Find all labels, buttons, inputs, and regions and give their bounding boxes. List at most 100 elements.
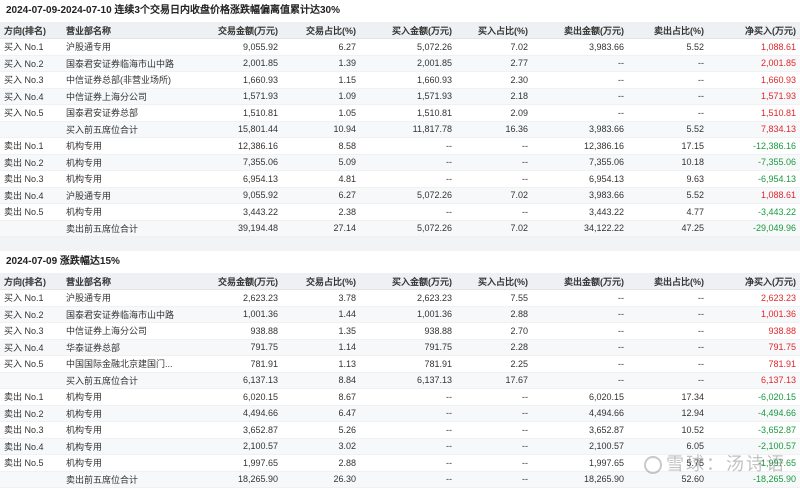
summary-row: 卖出前五席位合计39,194.4827.145,072.267.0234,122… bbox=[0, 220, 800, 237]
cell-branch-name[interactable]: 机构专用 bbox=[62, 455, 202, 472]
column-header-trade-amount[interactable]: 交易金额(万元) bbox=[202, 273, 282, 290]
cell-branch-name[interactable]: 华泰证券总部 bbox=[62, 339, 202, 356]
column-header-sell-pct[interactable]: 卖出占比(%) bbox=[628, 273, 708, 290]
cell-branch-name[interactable]: 机构专用 bbox=[62, 138, 202, 155]
cell-trade-amount: 7,355.06 bbox=[202, 154, 282, 171]
cell-net-buy: -3,443.22 bbox=[708, 204, 800, 221]
cell-branch-name[interactable]: 中信证券上海分公司 bbox=[62, 88, 202, 105]
cell-buy-amount: 781.91 bbox=[360, 356, 456, 373]
cell-buy-pct: -- bbox=[456, 455, 532, 472]
column-header-buy-amount[interactable]: 买入金额(万元) bbox=[360, 22, 456, 39]
table-row: 卖出 No.1机构专用6,020.158.67----6,020.1517.34… bbox=[0, 389, 800, 406]
cell-trade-pct: 5.09 bbox=[282, 154, 360, 171]
cell-trade-amount: 9,055.92 bbox=[202, 39, 282, 56]
cell-net-buy: -12,386.16 bbox=[708, 138, 800, 155]
cell-net-buy: 1,510.81 bbox=[708, 105, 800, 122]
column-header-buy-pct[interactable]: 买入占比(%) bbox=[456, 273, 532, 290]
cell-sell-pct: 17.34 bbox=[628, 389, 708, 406]
cell-sell-pct: -- bbox=[628, 290, 708, 307]
cell-trade-amount: 3,652.87 bbox=[202, 422, 282, 439]
cell-direction: 买入 No.1 bbox=[0, 39, 62, 56]
table-row: 卖出 No.3机构专用6,954.134.81----6,954.139.63-… bbox=[0, 171, 800, 188]
lhb-section: 2024-07-09-2024-07-10 连续3个交易日内收盘价格涨跌幅偏离值… bbox=[0, 0, 800, 237]
table-row: 卖出 No.5机构专用1,997.652.88----1,997.655.75-… bbox=[0, 455, 800, 472]
table-row: 卖出 No.5机构专用3,443.222.38----3,443.224.77-… bbox=[0, 204, 800, 221]
cell-sell-pct: 47.25 bbox=[628, 220, 708, 237]
cell-trade-pct: 2.88 bbox=[282, 455, 360, 472]
cell-direction bbox=[0, 372, 62, 389]
cell-trade-amount: 6,954.13 bbox=[202, 171, 282, 188]
cell-branch-name[interactable]: 沪股通专用 bbox=[62, 39, 202, 56]
cell-branch-name[interactable]: 机构专用 bbox=[62, 422, 202, 439]
cell-buy-amount: -- bbox=[360, 438, 456, 455]
column-header-trade-pct[interactable]: 交易占比(%) bbox=[282, 273, 360, 290]
column-header-branch-name[interactable]: 营业部名称 bbox=[62, 22, 202, 39]
cell-branch-name[interactable]: 国泰君安证券临海市山中路 bbox=[62, 306, 202, 323]
cell-branch-name[interactable]: 沪股通专用 bbox=[62, 187, 202, 204]
column-header-trade-pct[interactable]: 交易占比(%) bbox=[282, 22, 360, 39]
cell-branch-name[interactable]: 机构专用 bbox=[62, 171, 202, 188]
cell-trade-amount: 1,571.93 bbox=[202, 88, 282, 105]
table-row: 买入 No.3中信证券总部(非营业场所)1,660.931.151,660.93… bbox=[0, 72, 800, 89]
cell-buy-amount: 938.88 bbox=[360, 323, 456, 340]
cell-sell-amount: 3,983.66 bbox=[532, 39, 628, 56]
cell-branch-name[interactable]: 机构专用 bbox=[62, 405, 202, 422]
cell-direction: 买入 No.4 bbox=[0, 88, 62, 105]
cell-net-buy: -6,954.13 bbox=[708, 171, 800, 188]
cell-net-buy: 2,001.85 bbox=[708, 55, 800, 72]
cell-branch-name[interactable]: 机构专用 bbox=[62, 154, 202, 171]
cell-net-buy: 2,623.23 bbox=[708, 290, 800, 307]
cell-branch-name[interactable]: 中信证券总部(非营业场所) bbox=[62, 72, 202, 89]
cell-buy-pct: 2.28 bbox=[456, 339, 532, 356]
cell-direction: 卖出 No.2 bbox=[0, 154, 62, 171]
cell-trade-pct: 1.15 bbox=[282, 72, 360, 89]
cell-branch-name[interactable]: 沪股通专用 bbox=[62, 290, 202, 307]
cell-trade-pct: 6.27 bbox=[282, 187, 360, 204]
cell-trade-amount: 6,137.13 bbox=[202, 372, 282, 389]
cell-sell-amount: 6,954.13 bbox=[532, 171, 628, 188]
cell-branch-name[interactable]: 机构专用 bbox=[62, 389, 202, 406]
cell-direction: 卖出 No.1 bbox=[0, 138, 62, 155]
column-header-branch-name[interactable]: 营业部名称 bbox=[62, 273, 202, 290]
cell-trade-pct: 8.67 bbox=[282, 389, 360, 406]
cell-trade-amount: 15,801.44 bbox=[202, 121, 282, 138]
cell-direction: 卖出 No.5 bbox=[0, 204, 62, 221]
cell-sell-pct: -- bbox=[628, 88, 708, 105]
cell-trade-pct: 5.26 bbox=[282, 422, 360, 439]
cell-branch-name[interactable]: 机构专用 bbox=[62, 204, 202, 221]
cell-branch-name: 卖出前五席位合计 bbox=[62, 220, 202, 237]
table-row: 卖出 No.2机构专用4,494.666.47----4,494.6612.94… bbox=[0, 405, 800, 422]
table-row: 买入 No.1沪股通专用2,623.233.782,623.237.55----… bbox=[0, 290, 800, 307]
cell-branch-name[interactable]: 中国国际金融北京建国门... bbox=[62, 356, 202, 373]
cell-net-buy: -18,265.90 bbox=[708, 471, 800, 488]
column-header-direction[interactable]: 方向(排名) bbox=[0, 22, 62, 39]
cell-trade-pct: 3.78 bbox=[282, 290, 360, 307]
column-header-trade-amount[interactable]: 交易金额(万元) bbox=[202, 22, 282, 39]
column-header-sell-pct[interactable]: 卖出占比(%) bbox=[628, 22, 708, 39]
cell-buy-pct: -- bbox=[456, 471, 532, 488]
column-header-buy-amount[interactable]: 买入金额(万元) bbox=[360, 273, 456, 290]
cell-trade-pct: 6.47 bbox=[282, 405, 360, 422]
cell-buy-pct: 16.36 bbox=[456, 121, 532, 138]
cell-branch-name[interactable]: 机构专用 bbox=[62, 438, 202, 455]
column-header-net-buy[interactable]: 净买入(万元) bbox=[708, 273, 800, 290]
cell-net-buy: -3,652.87 bbox=[708, 422, 800, 439]
column-header-net-buy[interactable]: 净买入(万元) bbox=[708, 22, 800, 39]
cell-sell-amount: -- bbox=[532, 356, 628, 373]
cell-sell-amount: -- bbox=[532, 72, 628, 89]
table-row: 卖出 No.1机构专用12,386.168.58----12,386.1617.… bbox=[0, 138, 800, 155]
column-header-sell-amount[interactable]: 卖出金额(万元) bbox=[532, 22, 628, 39]
column-header-direction[interactable]: 方向(排名) bbox=[0, 273, 62, 290]
cell-sell-pct: -- bbox=[628, 372, 708, 389]
cell-buy-pct: 17.67 bbox=[456, 372, 532, 389]
cell-branch-name[interactable]: 中信证券上海分公司 bbox=[62, 323, 202, 340]
column-header-sell-amount[interactable]: 卖出金额(万元) bbox=[532, 273, 628, 290]
cell-trade-pct: 1.39 bbox=[282, 55, 360, 72]
column-header-buy-pct[interactable]: 买入占比(%) bbox=[456, 22, 532, 39]
cell-sell-amount: 2,100.57 bbox=[532, 438, 628, 455]
cell-sell-amount: -- bbox=[532, 290, 628, 307]
cell-sell-amount: 3,983.66 bbox=[532, 121, 628, 138]
cell-branch-name[interactable]: 国泰君安证券总部 bbox=[62, 105, 202, 122]
cell-branch-name[interactable]: 国泰君安证券临海市山中路 bbox=[62, 55, 202, 72]
cell-buy-amount: -- bbox=[360, 138, 456, 155]
